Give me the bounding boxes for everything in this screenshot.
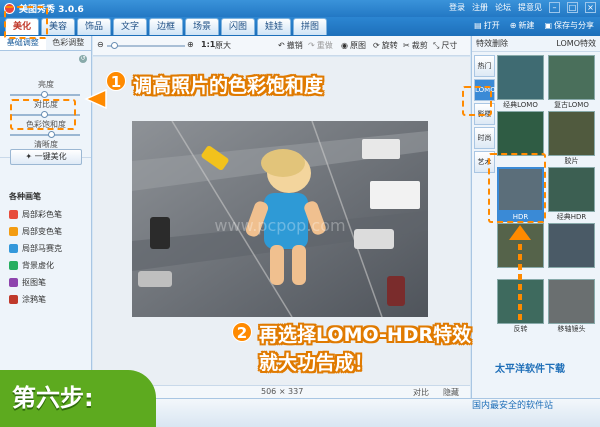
redo-button[interactable]: ↷ 重做 — [308, 40, 333, 51]
reset-icon[interactable]: ↺ — [79, 55, 87, 63]
brightness-knob[interactable] — [41, 91, 48, 98]
effects-delete-button[interactable]: 特效删除 — [476, 36, 508, 51]
title-bar: 美图秀秀 3.0.6 登录 注册 论坛 提意见 – □ × — [0, 0, 600, 17]
rotate-button[interactable]: ⟳ 旋转 — [373, 40, 398, 51]
arrow-icon — [84, 88, 107, 110]
tab-frame[interactable]: 边框 — [149, 18, 183, 35]
effects-header: 特效删除 LOMO特效 — [472, 36, 600, 52]
save-icon: ▣ — [544, 21, 552, 30]
folder-icon: ▤ — [474, 21, 482, 30]
compare-button[interactable]: 对比 — [413, 387, 429, 398]
save-share-button[interactable]: ▣ 保存与分享 — [544, 20, 594, 31]
saturation-knob[interactable] — [48, 131, 55, 138]
category-hot[interactable]: 热门 — [474, 55, 495, 77]
doodle-icon — [9, 295, 18, 304]
photo-image: www.pcpop.com — [132, 121, 428, 317]
saturation-slider[interactable] — [10, 131, 80, 138]
resize-button[interactable]: ⤡ 尺寸 — [433, 40, 457, 51]
minimize-icon[interactable]: – — [549, 2, 560, 13]
resize-icon: ⤡ — [433, 40, 440, 50]
tab-collage[interactable]: 拼图 — [293, 18, 327, 35]
step2-caption-line2: 就大功告成！ — [259, 352, 374, 374]
effect-retro-lomo[interactable]: 复古LOMO — [548, 55, 595, 110]
highlight-hdr-effect — [488, 153, 546, 223]
wand-icon: ✦ — [25, 152, 33, 161]
step2-caption-line1: 再选择LOMO-HDR特效 — [259, 324, 472, 346]
effects-category-title: LOMO特效 — [556, 39, 596, 48]
effect-thumb-8[interactable] — [548, 223, 595, 278]
original-button[interactable]: ◉ 原图 — [341, 40, 366, 51]
open-button[interactable]: ▤ 打开 — [474, 20, 500, 31]
plus-icon: ⊕ — [509, 21, 517, 30]
image-toolbar: ⊖ ⊕ 1:1 原大 ↶ 撤销 ↷ 重做 ◉ 原图 ⟳ 旋转 ✂ 裁剪 ⤡ 尺寸 — [93, 36, 470, 56]
brush-recolor-pen[interactable]: 局部变色笔 — [9, 223, 62, 240]
step2-number: 2 — [232, 322, 252, 342]
up-arrow-icon — [509, 225, 531, 320]
tab-flash[interactable]: 闪图 — [221, 18, 255, 35]
mosaic-icon — [9, 244, 18, 253]
brush-cutout[interactable]: 抠图笔 — [9, 274, 62, 291]
effect-tilt-shift[interactable]: 移轴镜头 — [548, 279, 595, 334]
feedback-link[interactable]: 提意见 — [518, 2, 542, 13]
title-links: 登录 注册 论坛 提意见 – □ × — [449, 2, 596, 13]
photo-preview[interactable]: www.pcpop.com — [132, 121, 428, 317]
tab-decor[interactable]: 饰品 — [77, 18, 111, 35]
brush-mosaic[interactable]: 局部马赛克 — [9, 240, 62, 257]
effect-film[interactable]: 胶片 — [548, 111, 595, 166]
close-icon[interactable]: × — [585, 2, 596, 13]
step1-caption: 调高照片的色彩饱和度 — [133, 75, 324, 97]
undo-icon: ↶ — [278, 41, 285, 50]
forum-link[interactable]: 论坛 — [495, 2, 511, 13]
eye-icon: ◉ — [341, 41, 348, 50]
ratio-label[interactable]: 1:1 — [201, 40, 215, 49]
effect-classic-hdr[interactable]: 经典HDR — [548, 167, 595, 222]
brush-title: 各种画笔 — [9, 192, 41, 201]
image-size: 506 × 337 — [261, 387, 304, 396]
crop-button[interactable]: ✂ 裁剪 — [403, 40, 428, 51]
brush-blur-bg[interactable]: 背景虚化 — [9, 257, 62, 274]
undo-button[interactable]: ↶ 撤销 — [278, 40, 303, 51]
watermark-slogan: 国内最安全的软件站 — [472, 401, 554, 411]
subtab-color[interactable]: 色彩调整 — [46, 36, 92, 50]
watermark-logo: 太平洋软件下载 — [495, 364, 565, 375]
new-button[interactable]: ⊕ 新建 — [510, 20, 535, 31]
category-fashion[interactable]: 时尚 — [474, 127, 495, 149]
brush-color-pen[interactable]: 局部彩色笔 — [9, 206, 62, 223]
photo-watermark: www.pcpop.com — [214, 216, 345, 235]
highlight-lomo-category — [462, 86, 492, 116]
cutout-icon — [9, 278, 18, 287]
zoom-out-icon[interactable]: ⊖ — [97, 40, 104, 49]
register-link[interactable]: 注册 — [472, 2, 488, 13]
brightness-slider[interactable] — [10, 91, 80, 98]
highlight-beautify-tab — [4, 6, 48, 39]
login-link[interactable]: 登录 — [449, 2, 465, 13]
main-tab-bar: 美化 美容 饰品 文字 边框 场景 闪图 娃娃 拼图 ▤ 打开 ⊕ 新建 ▣ 保存与分… — [0, 17, 600, 36]
blur-icon — [9, 261, 18, 270]
auto-beautify-button[interactable]: ✦ 一键美化 — [10, 149, 82, 165]
crop-icon: ✂ — [403, 41, 410, 50]
color-pen-icon — [9, 210, 18, 219]
tab-text[interactable]: 文字 — [113, 18, 147, 35]
tab-scene[interactable]: 场景 — [185, 18, 219, 35]
maximize-icon[interactable]: □ — [567, 2, 578, 13]
tab-doll[interactable]: 娃娃 — [257, 18, 291, 35]
zoom-knob[interactable] — [111, 42, 118, 49]
zoom-slider[interactable] — [107, 42, 185, 49]
brush-doodle[interactable]: 涂鸦笔 — [9, 291, 62, 308]
step1-number: 1 — [106, 71, 126, 91]
brush-list: 局部彩色笔 局部变色笔 局部马赛克 背景虚化 抠图笔 涂鸦笔 — [9, 206, 62, 308]
effect-classic-lomo[interactable]: 经典LOMO — [497, 55, 544, 110]
step-badge: 第六步: — [0, 370, 156, 427]
zoom-in-icon[interactable]: ⊕ — [187, 40, 194, 49]
rotate-icon: ⟳ — [373, 41, 380, 50]
highlight-saturation — [10, 99, 76, 130]
redo-icon: ↷ — [308, 41, 315, 50]
original-size-button[interactable]: 原大 — [215, 40, 231, 51]
hide-button[interactable]: 隐藏 — [443, 387, 459, 398]
recolor-pen-icon — [9, 227, 18, 236]
